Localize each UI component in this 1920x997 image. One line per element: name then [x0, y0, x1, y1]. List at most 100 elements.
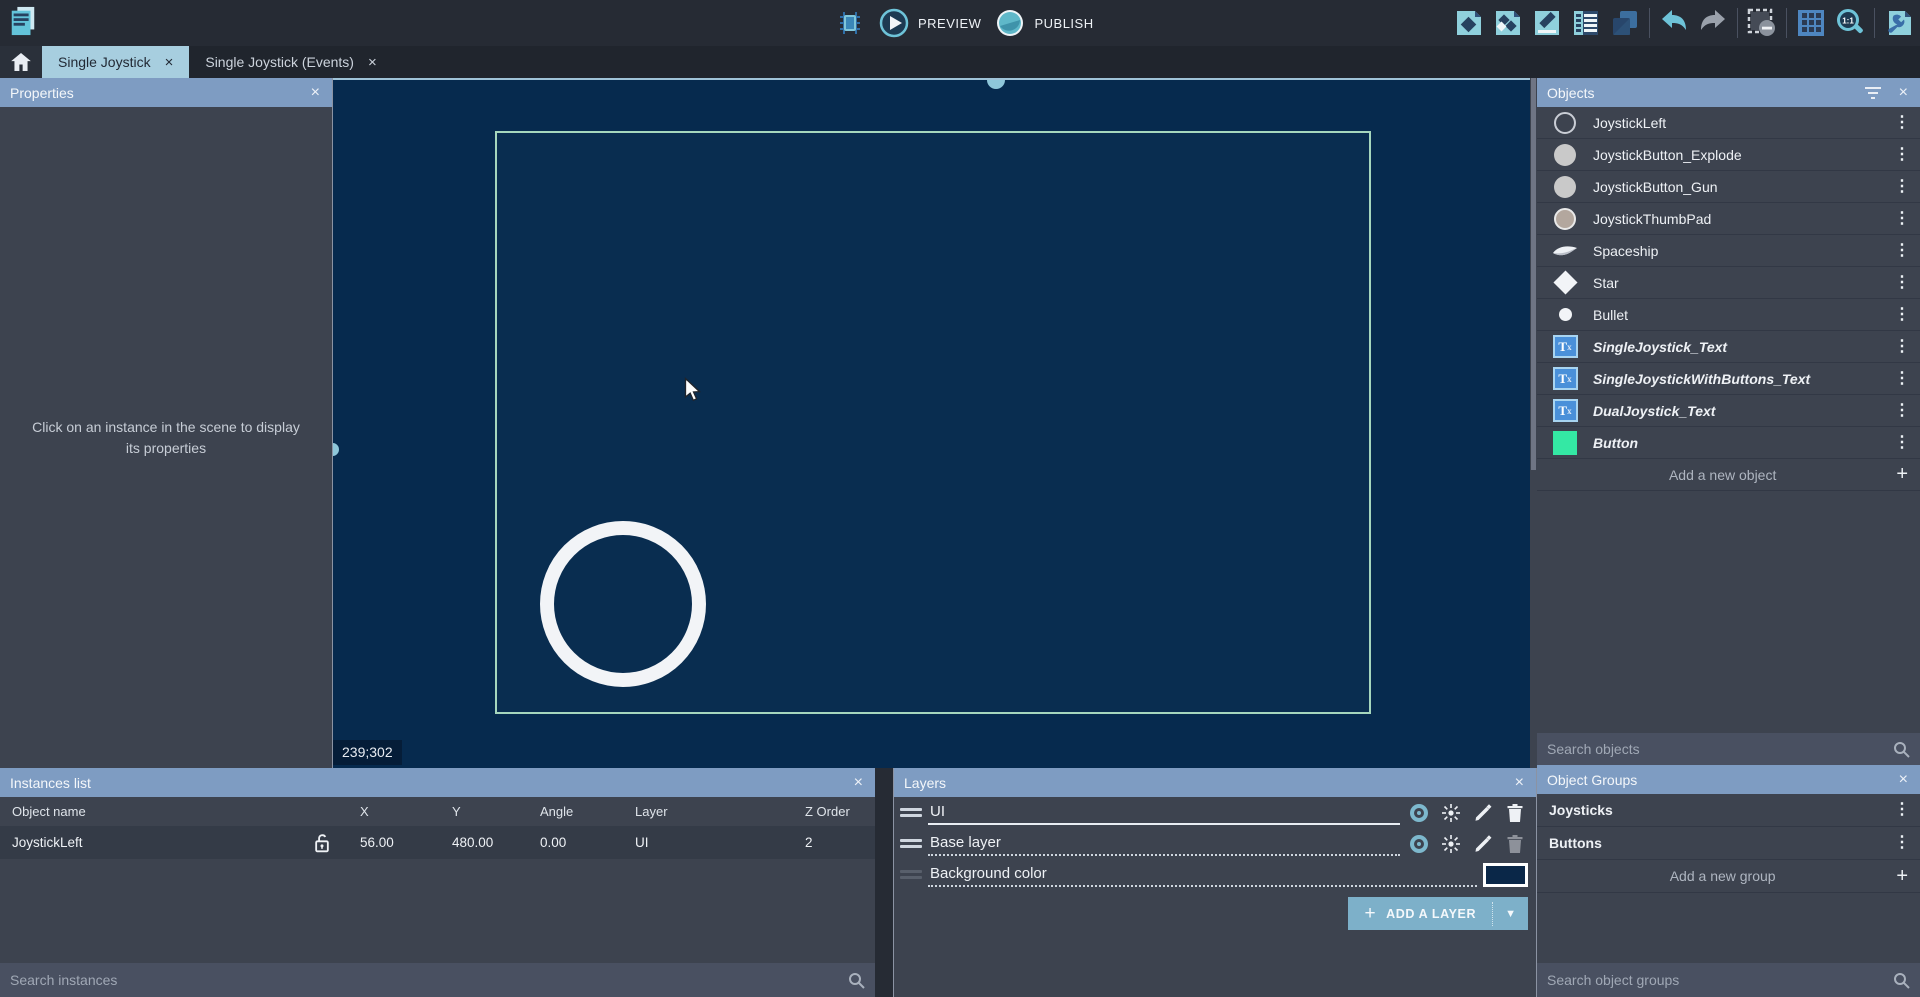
search-object-groups-input[interactable]: [1547, 972, 1893, 988]
redo-icon[interactable]: [1698, 8, 1728, 38]
layer-row-base-layer[interactable]: Base layer: [894, 828, 1536, 859]
object-menu-icon[interactable]: ⋮: [1890, 179, 1914, 195]
object-row-spaceship[interactable]: Spaceship ⋮: [1537, 235, 1920, 267]
close-icon[interactable]: ×: [1897, 771, 1910, 789]
object-row-singlejoystick-text[interactable]: Tx SingleJoystick_Text ⋮: [1537, 331, 1920, 363]
object-row-singlejoystickwithbuttons-text[interactable]: Tx SingleJoystickWithButtons_Text ⋮: [1537, 363, 1920, 395]
chevron-down-icon[interactable]: ▼: [1493, 908, 1528, 920]
object-row-joystickthumbpad[interactable]: JoystickThumbPad ⋮: [1537, 203, 1920, 235]
objects-title: Objects: [1547, 85, 1594, 101]
group-menu-icon[interactable]: ⋮: [1890, 835, 1914, 851]
instance-layer[interactable]: UI: [635, 835, 805, 850]
object-menu-icon[interactable]: ⋮: [1890, 371, 1914, 387]
object-groups-header: Object Groups ×: [1537, 765, 1920, 794]
layer-name-field[interactable]: UI: [928, 800, 1400, 825]
layer-visibility-icon[interactable]: [1406, 804, 1432, 822]
search-objects-input[interactable]: [1547, 741, 1893, 757]
object-menu-icon[interactable]: ⋮: [1890, 307, 1914, 323]
instance-y[interactable]: 480.00: [452, 835, 540, 850]
object-row-bullet[interactable]: Bullet ⋮: [1537, 299, 1920, 331]
tab-single-joystick[interactable]: Single Joystick ×: [42, 46, 189, 78]
background-color-row[interactable]: Background color: [894, 859, 1536, 890]
layers-panel-icon[interactable]: [1610, 8, 1640, 38]
panel-drag-handle-left[interactable]: [333, 443, 339, 456]
unlock-icon[interactable]: [312, 832, 360, 854]
joystick-instance[interactable]: [540, 521, 706, 687]
tab-close-icon[interactable]: ×: [165, 54, 174, 71]
search-icon: [848, 972, 865, 989]
background-color-swatch[interactable]: [1483, 863, 1528, 887]
close-icon[interactable]: ×: [1513, 774, 1526, 792]
object-row-star[interactable]: Star ⋮: [1537, 267, 1920, 299]
debugger-icon[interactable]: [835, 8, 865, 38]
toolbar-center: PREVIEW PUBLISH: [835, 0, 1094, 46]
drag-handle-icon[interactable]: [900, 839, 922, 848]
tab-close-icon[interactable]: ×: [368, 54, 377, 71]
project-manager-icon[interactable]: [8, 6, 38, 36]
object-menu-icon[interactable]: ⋮: [1890, 147, 1914, 163]
home-tab-button[interactable]: [0, 46, 42, 78]
add-layer-button[interactable]: + ADD A LAYER ▼: [1348, 897, 1528, 930]
layer-effects-icon[interactable]: [1438, 803, 1464, 823]
layer-edit-icon[interactable]: [1470, 834, 1496, 853]
preview-button[interactable]: PREVIEW: [879, 8, 981, 38]
group-menu-icon[interactable]: ⋮: [1890, 802, 1914, 818]
object-row-joystickbutton-gun[interactable]: JoystickButton_Gun ⋮: [1537, 171, 1920, 203]
scene-canvas[interactable]: 239;302: [333, 78, 1530, 768]
grid-icon[interactable]: [1796, 8, 1826, 38]
tab-single-joystick-events[interactable]: Single Joystick (Events) ×: [189, 46, 392, 78]
object-menu-icon[interactable]: ⋮: [1890, 275, 1914, 291]
object-row-button[interactable]: Button ⋮: [1537, 427, 1920, 459]
search-instances-input[interactable]: [10, 972, 848, 988]
add-object-button[interactable]: Add a new object +: [1537, 459, 1920, 491]
toolbar-separator: [1874, 8, 1875, 38]
group-row-buttons[interactable]: Buttons ⋮: [1537, 827, 1920, 860]
plus-icon: +: [1364, 903, 1376, 925]
layer-edit-icon[interactable]: [1470, 803, 1496, 822]
dot-sprite-icon: [1537, 308, 1593, 321]
group-row-joysticks[interactable]: Joysticks ⋮: [1537, 794, 1920, 827]
layer-visibility-icon[interactable]: [1406, 835, 1432, 853]
edit-scene-icon[interactable]: [1532, 8, 1562, 38]
add-group-button[interactable]: Add a new group +: [1537, 860, 1920, 893]
text-object-icon: Tx: [1537, 367, 1593, 390]
ring-sprite-icon: [1537, 112, 1593, 134]
col-z-order: Z Order: [805, 804, 875, 819]
delete-selection-icon[interactable]: [1747, 8, 1777, 38]
publish-button[interactable]: PUBLISH: [995, 8, 1093, 38]
undo-icon[interactable]: [1659, 8, 1689, 38]
object-row-joystickbutton-explode[interactable]: JoystickButton_Explode ⋮: [1537, 139, 1920, 171]
object-groups-icon[interactable]: [1493, 8, 1523, 38]
object-row-joystickleft[interactable]: JoystickLeft ⋮: [1537, 107, 1920, 139]
object-menu-icon[interactable]: ⋮: [1890, 339, 1914, 355]
object-menu-icon[interactable]: ⋮: [1890, 243, 1914, 259]
object-menu-icon[interactable]: ⋮: [1890, 403, 1914, 419]
zoom-reset-icon[interactable]: 1:1: [1835, 8, 1865, 38]
instance-name: JoystickLeft: [12, 835, 312, 850]
object-menu-icon[interactable]: ⋮: [1890, 211, 1914, 227]
layer-name-field[interactable]: Base layer: [928, 831, 1400, 856]
instances-title: Instances list: [10, 775, 91, 791]
layer-delete-icon[interactable]: [1502, 803, 1528, 823]
layer-row-ui[interactable]: UI: [894, 797, 1536, 828]
close-icon[interactable]: ×: [1897, 84, 1910, 102]
filter-icon[interactable]: [1865, 87, 1881, 99]
drag-handle-icon[interactable]: [900, 808, 922, 817]
layer-effects-icon[interactable]: [1438, 834, 1464, 854]
instance-x[interactable]: 56.00: [360, 835, 452, 850]
add-object-icon[interactable]: [1454, 8, 1484, 38]
drag-handle-icon: [900, 870, 922, 879]
object-menu-icon[interactable]: ⋮: [1890, 435, 1914, 451]
close-icon[interactable]: ×: [309, 84, 322, 102]
instance-z-order[interactable]: 2: [805, 835, 875, 850]
settings-icon[interactable]: [1884, 8, 1914, 38]
close-icon[interactable]: ×: [852, 774, 865, 792]
instance-angle[interactable]: 0.00: [540, 835, 635, 850]
objects-scrollbar[interactable]: [1530, 78, 1537, 768]
instance-row-joystickleft[interactable]: JoystickLeft 56.00 480.00 0.00 UI 2: [0, 826, 875, 859]
instances-list-icon[interactable]: [1571, 8, 1601, 38]
tab-label: Single Joystick (Events): [205, 54, 354, 70]
panel-drag-handle-top[interactable]: [987, 80, 1005, 89]
object-row-dualjoystick-text[interactable]: Tx DualJoystick_Text ⋮: [1537, 395, 1920, 427]
object-menu-icon[interactable]: ⋮: [1890, 115, 1914, 131]
